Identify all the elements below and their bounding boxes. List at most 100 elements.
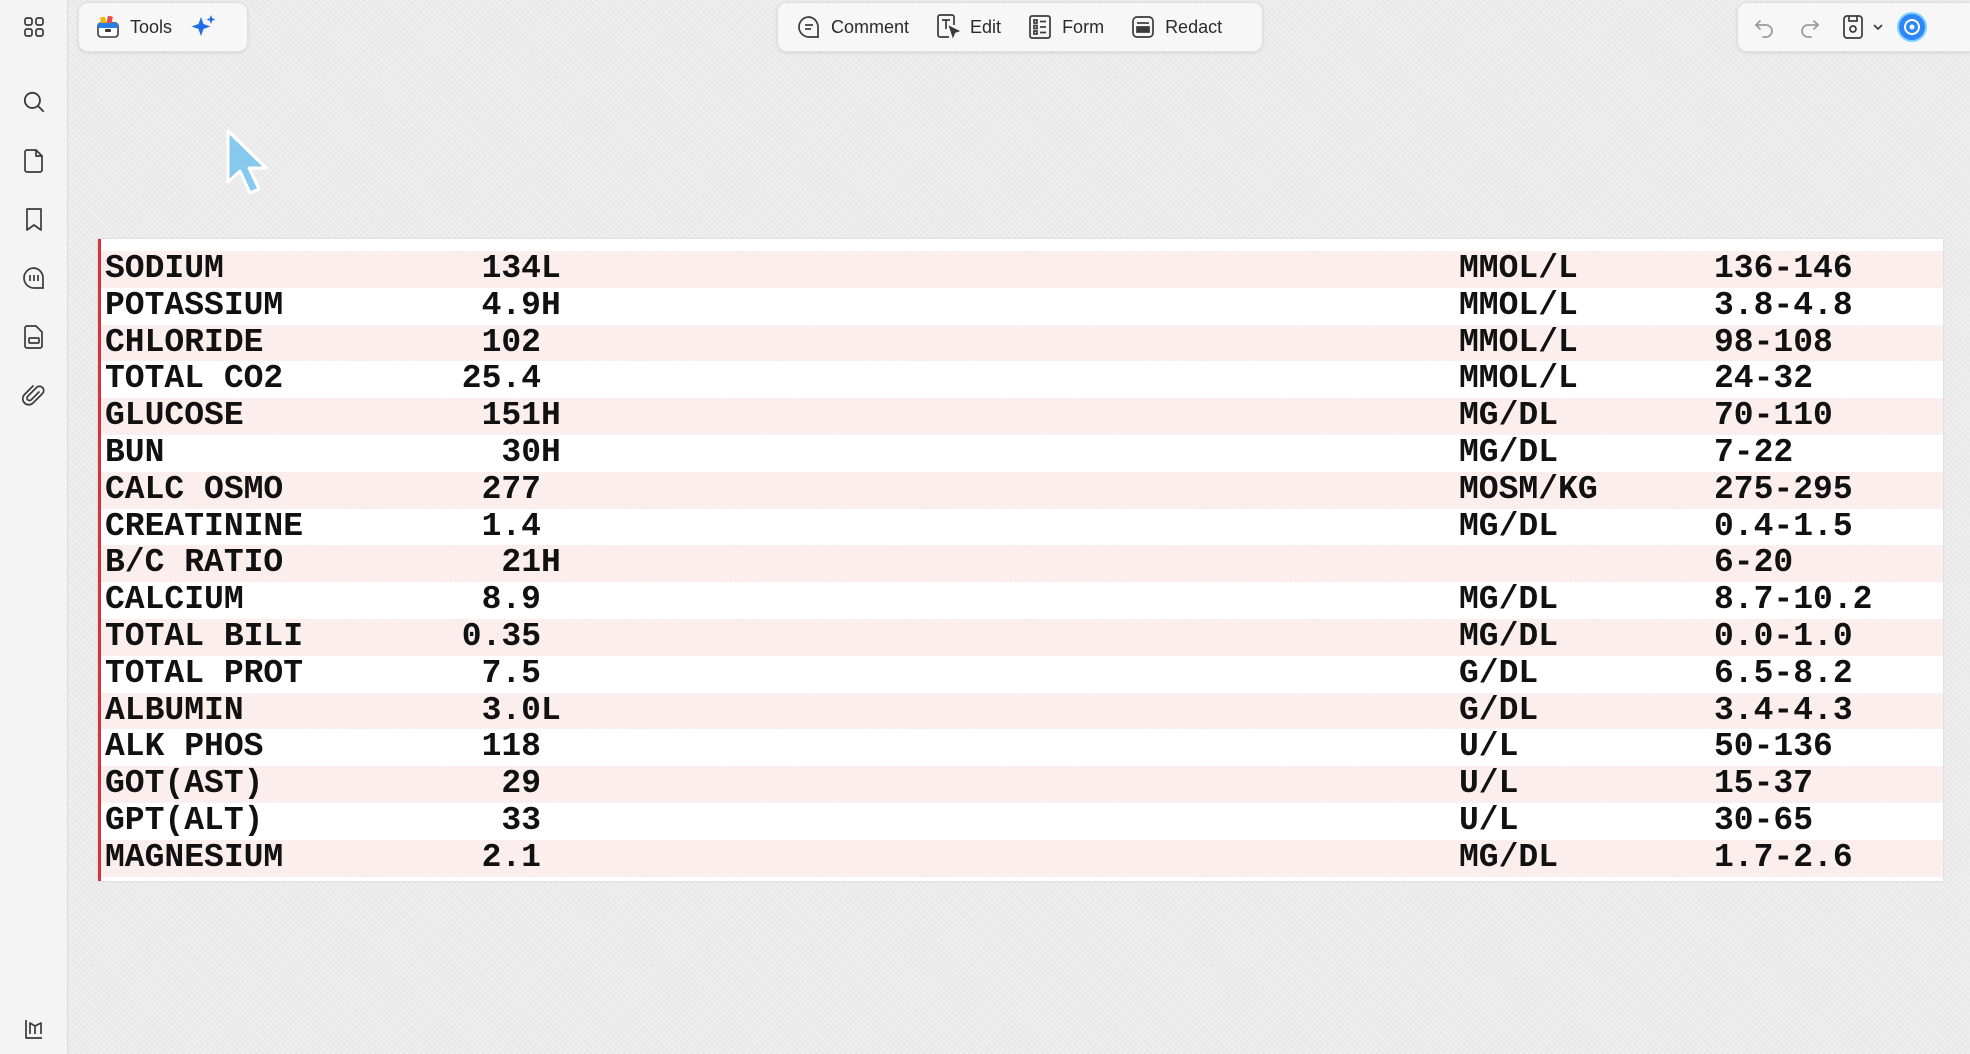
edit-text-icon [937, 14, 961, 39]
test-unit: MG/DL [1459, 507, 1559, 545]
abnormal-flag: L [541, 250, 561, 287]
table-row: SODIUM 134 L MMOL/L 136-146 [101, 250, 1943, 288]
test-name: ALK PHOS [105, 728, 264, 766]
reference-range: 50-136 [1714, 728, 1833, 766]
test-unit: U/L [1459, 728, 1519, 766]
test-value: 2.1 [481, 838, 541, 876]
test-unit: MG/DL [1459, 581, 1559, 619]
reference-range: 15-37 [1714, 765, 1814, 803]
test-value: 25.4 [461, 360, 541, 398]
comment-label: Comment [831, 16, 910, 37]
test-unit: MMOL/L [1459, 323, 1578, 361]
abnormal-flag: H [541, 433, 561, 471]
test-unit: MMOL/L [1459, 286, 1578, 324]
assistant-button[interactable] [1892, 7, 1932, 47]
test-value: 118 [481, 728, 541, 766]
edit-button[interactable]: Edit [925, 7, 1011, 47]
test-name: CHLORIDE [105, 323, 264, 361]
test-name: TOTAL PROT [105, 654, 304, 692]
edit-label: Edit [970, 16, 1002, 37]
annotation-toolbar: Comment Edit Form Redact [777, 2, 1263, 52]
comment-button[interactable]: Comment [786, 7, 919, 47]
layers-icon[interactable] [16, 1011, 52, 1047]
stamp-icon[interactable] [16, 319, 52, 355]
test-unit: MMOL/L [1459, 250, 1578, 287]
redact-icon [1132, 16, 1154, 38]
form-label: Form [1062, 16, 1105, 37]
paperclip-icon[interactable] [16, 378, 52, 414]
reference-range: 0.4-1.5 [1714, 507, 1853, 545]
redo-button[interactable] [1790, 7, 1830, 47]
test-name: BUN [105, 433, 165, 471]
comment-icon [798, 16, 819, 38]
reference-range: 7-22 [1714, 433, 1794, 471]
toolbox-icon [97, 15, 119, 38]
sparkle-icon [191, 15, 216, 36]
form-icon [1029, 15, 1051, 39]
form-button[interactable]: Form [1017, 7, 1114, 47]
test-name: POTASSIUM [105, 286, 284, 324]
redact-button[interactable]: Redact [1120, 7, 1232, 47]
table-row: GLUCOSE 151 H MG/DL 70-110 [101, 397, 1943, 435]
assistant-icon [1897, 12, 1927, 42]
table-row: CHLORIDE 102 MMOL/L 98-108 [101, 323, 1943, 362]
save-button[interactable] [1838, 7, 1868, 47]
reference-range: 1.7-2.6 [1714, 838, 1853, 876]
test-name: GOT(AST) [105, 765, 264, 803]
ai-assistant-button[interactable] [184, 7, 224, 47]
tools-toolbar: Tools [78, 2, 248, 52]
test-unit: MG/DL [1459, 397, 1559, 435]
undo-icon [1754, 20, 1773, 38]
cursor-arrow-icon [226, 129, 268, 195]
test-unit: MG/DL [1459, 433, 1559, 471]
reference-range: 30-65 [1714, 801, 1814, 839]
table-row: TOTAL CO2 25.4 MMOL/L 24-32 [101, 361, 1943, 398]
test-value: 8.9 [481, 581, 541, 619]
test-name: TOTAL BILI [105, 617, 304, 655]
reference-range: 3.8-4.8 [1714, 286, 1853, 324]
grid-icon[interactable] [16, 9, 52, 45]
table-row: MAGNESIUM 2.1 MG/DL 1.7-2.6 [101, 838, 1943, 877]
tools-button[interactable]: Tools [85, 7, 182, 47]
page-icon[interactable] [16, 143, 52, 179]
test-value: 3.0 [481, 691, 541, 729]
test-value: 30 [501, 433, 541, 471]
table-row: CALCIUM 8.9 MG/DL 8.7-10.2 [101, 581, 1943, 619]
table-row: POTASSIUM 4.9 H MMOL/L 3.8-4.8 [101, 286, 1943, 325]
table-row: GOT(AST) 29 U/L 15-37 [101, 765, 1943, 803]
test-value: 0.35 [461, 617, 541, 655]
abnormal-flag: L [541, 691, 561, 729]
test-value: 1.4 [481, 507, 541, 545]
test-unit: MG/DL [1459, 838, 1559, 876]
test-name: CREATININE [105, 507, 304, 545]
reference-range: 6.5-8.2 [1714, 654, 1853, 692]
reference-range: 8.7-10.2 [1714, 581, 1873, 619]
test-name: GLUCOSE [105, 397, 244, 435]
table-row: B/C RATIO 21 H 6-20 [101, 544, 1943, 583]
test-value: 151 [481, 397, 541, 435]
reference-range: 0.0-1.0 [1714, 617, 1853, 655]
table-row: ALBUMIN 3.0 L G/DL 3.4-4.3 [101, 691, 1943, 730]
abnormal-flag: H [541, 286, 561, 324]
test-value: 33 [501, 801, 541, 839]
save-options-button[interactable] [1868, 7, 1888, 47]
comments-icon[interactable] [16, 260, 52, 296]
search-icon[interactable] [16, 84, 52, 120]
undo-button[interactable] [1744, 7, 1784, 47]
test-name: B/C RATIO [105, 544, 284, 582]
test-name: TOTAL CO2 [105, 360, 284, 398]
test-name: ALBUMIN [105, 691, 244, 729]
table-row: CALC OSMO 277 MOSM/KG 275-295 [101, 470, 1943, 509]
table-row: GPT(ALT) 33 U/L 30-65 [101, 801, 1943, 840]
test-value: 134 [481, 250, 541, 287]
document-page: SODIUM 134 L MMOL/L 136-146 POTASSIUM 4.9 H MMOL… [98, 239, 1943, 881]
table-row: TOTAL PROT 7.5 G/DL 6.5-8.2 [101, 654, 1943, 693]
chevron-down-icon [1873, 24, 1883, 31]
test-name: CALC OSMO [105, 470, 284, 508]
test-name: SODIUM [105, 250, 224, 287]
test-value: 7.5 [481, 654, 541, 692]
bookmark-icon[interactable] [16, 202, 52, 238]
table-row: ALK PHOS 118 U/L 50-136 [101, 729, 1943, 766]
abnormal-flag: H [541, 544, 561, 582]
test-unit: G/DL [1459, 654, 1539, 692]
